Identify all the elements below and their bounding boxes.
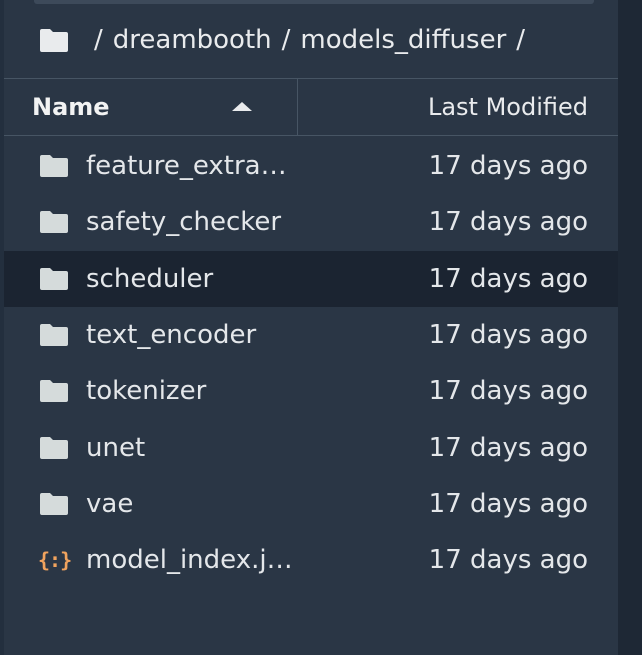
scroll-top-edge [34, 0, 594, 4]
file-name: model_index.j… [86, 545, 293, 576]
file-name: feature_extra… [86, 151, 287, 182]
breadcrumb: / dreambooth / models_diffuser / [4, 12, 618, 68]
file-modified: 17 days ago [428, 545, 588, 576]
table-row[interactable]: text_encoder 17 days ago [4, 307, 618, 363]
file-name: safety_checker [86, 207, 282, 238]
folder-icon [4, 436, 86, 460]
folder-icon[interactable] [38, 27, 70, 53]
breadcrumb-segment-dreambooth[interactable]: dreambooth [113, 25, 272, 55]
file-modified: 17 days ago [428, 263, 588, 294]
sort-ascending-icon[interactable] [232, 102, 252, 111]
table-row[interactable]: vae 17 days ago [4, 476, 618, 532]
breadcrumb-segment-models-diffuser[interactable]: models_diffuser [300, 25, 506, 55]
last-modified-column-header[interactable]: Last Modified [298, 79, 618, 135]
folder-icon [4, 323, 86, 347]
file-modified: 17 days ago [428, 376, 588, 407]
file-name: unet [86, 432, 146, 463]
file-table-header: Name Last Modified [4, 78, 618, 136]
table-row[interactable]: unet 17 days ago [4, 419, 618, 475]
name-column-label: Name [32, 93, 110, 121]
breadcrumb-separator: / [94, 25, 103, 55]
last-modified-column-label: Last Modified [427, 93, 588, 121]
table-row[interactable]: scheduler 17 days ago [4, 250, 618, 307]
file-modified: 17 days ago [428, 488, 588, 519]
table-row[interactable]: tokenizer 17 days ago [4, 363, 618, 419]
folder-icon [4, 154, 86, 178]
table-row[interactable]: feature_extra… 17 days ago [4, 138, 618, 194]
file-name: text_encoder [86, 320, 257, 351]
table-row[interactable]: {:} model_index.j… 17 days ago [4, 532, 618, 588]
file-modified: 17 days ago [428, 320, 588, 351]
folder-icon [4, 267, 86, 291]
file-browser-panel: / dreambooth / models_diffuser / Name La… [4, 0, 618, 655]
breadcrumb-separator: / [281, 25, 291, 55]
file-name: tokenizer [86, 376, 207, 407]
name-column-header[interactable]: Name [4, 79, 298, 135]
folder-icon [4, 379, 86, 403]
file-modified: 17 days ago [428, 151, 588, 182]
folder-icon [4, 210, 86, 234]
json-file-icon: {:} [38, 548, 72, 573]
file-name: scheduler [86, 263, 214, 294]
file-list: feature_extra… 17 days ago safety_checke… [4, 138, 618, 588]
file-modified: 17 days ago [428, 207, 588, 238]
breadcrumb-separator: / [516, 25, 526, 55]
file-modified: 17 days ago [428, 432, 588, 463]
table-row[interactable]: safety_checker 17 days ago [4, 194, 618, 250]
scrollbar-track[interactable] [618, 0, 642, 655]
file-name: vae [86, 488, 134, 519]
folder-icon [4, 492, 86, 516]
